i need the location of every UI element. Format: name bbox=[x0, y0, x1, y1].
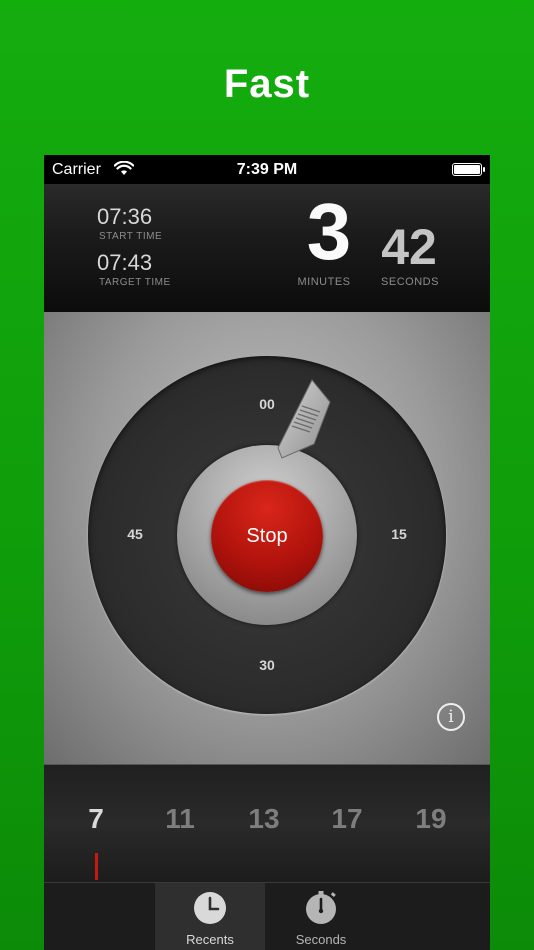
seconds-value: 42 bbox=[381, 219, 437, 275]
dial-pointer-icon[interactable] bbox=[274, 372, 334, 462]
dial-mark-30: 30 bbox=[259, 657, 275, 673]
tab-seconds-label: Seconds bbox=[295, 932, 347, 947]
selection-marker bbox=[95, 853, 98, 880]
info-button[interactable]: i bbox=[437, 703, 465, 731]
tab-recents[interactable]: Recents bbox=[155, 883, 265, 950]
battery-icon bbox=[452, 163, 485, 176]
stop-button[interactable]: Stop bbox=[211, 480, 323, 592]
target-time-value: 07:43 bbox=[97, 250, 153, 275]
status-time: 7:39 PM bbox=[236, 161, 298, 178]
timer-dial-area: 00 15 30 45 Stop i bbox=[44, 312, 490, 764]
start-time-label: START TIME bbox=[99, 231, 163, 242]
tab-recents-label: Recents bbox=[186, 932, 234, 947]
minutes-label: MINUTES bbox=[297, 276, 351, 288]
start-time-value: 07:36 bbox=[97, 204, 153, 229]
recent-timers-strip[interactable]: 7 11 13 17 19 bbox=[44, 764, 490, 883]
timer-info-panel: 07:36 START TIME 07:43 TARGET TIME 3 MIN… bbox=[44, 184, 490, 313]
stopwatch-icon bbox=[306, 891, 336, 924]
recent-timer-item[interactable]: 7 bbox=[66, 803, 126, 835]
clock-icon bbox=[194, 892, 226, 924]
target-time-label: TARGET TIME bbox=[99, 277, 171, 288]
tab-bar: Recents Seconds bbox=[44, 882, 490, 950]
headline: Fast bbox=[223, 62, 311, 106]
dial-mark-45: 45 bbox=[127, 526, 143, 542]
tab-seconds[interactable]: Seconds bbox=[266, 883, 376, 950]
dial-mark-15: 15 bbox=[391, 526, 407, 542]
recent-timer-item[interactable]: 19 bbox=[401, 803, 461, 835]
minutes-value: 3 bbox=[306, 187, 352, 276]
recent-timer-item[interactable]: 13 bbox=[234, 803, 294, 835]
seconds-label: SECONDS bbox=[381, 276, 439, 288]
recent-timer-item[interactable]: 11 bbox=[150, 803, 210, 835]
recent-timer-item[interactable]: 17 bbox=[317, 803, 377, 835]
status-bar: Carrier 7:39 PM bbox=[44, 155, 490, 184]
app-screen: Carrier 7:39 PM 07:36 START TIME 07:43 T… bbox=[44, 155, 490, 950]
